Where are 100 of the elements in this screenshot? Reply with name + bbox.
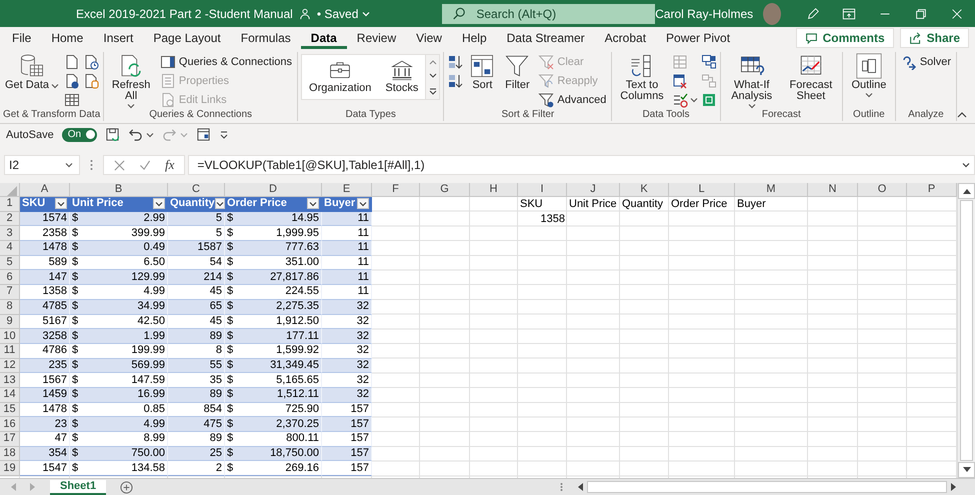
row-header[interactable]: 8 <box>0 300 20 314</box>
row-header[interactable]: 10 <box>0 329 20 344</box>
name-box[interactable]: I2 <box>4 155 80 175</box>
what-if-analysis-button[interactable]: What-If Analysis <box>724 53 780 110</box>
row-header[interactable]: 1 <box>0 197 20 212</box>
scroll-right-icon[interactable] <box>949 483 957 491</box>
row-header[interactable]: 18 <box>0 446 20 462</box>
row-header[interactable]: 7 <box>0 285 20 300</box>
scroll-down-icon[interactable] <box>428 73 437 80</box>
document-clock-icon[interactable] <box>83 54 100 70</box>
ribbon-display-icon[interactable] <box>842 6 856 20</box>
menu-tab[interactable]: File <box>2 27 42 49</box>
menu-tab[interactable]: View <box>406 27 452 49</box>
customize-icon[interactable] <box>219 130 230 140</box>
autosave-toggle[interactable]: On <box>62 128 98 142</box>
document-icon[interactable] <box>64 54 80 70</box>
scroll-down-button[interactable] <box>958 462 975 478</box>
text-to-columns-button[interactable]: Text to Columns <box>615 53 669 102</box>
collapse-ribbon-icon[interactable] <box>957 111 967 119</box>
cancel-icon[interactable] <box>114 160 125 170</box>
data-model-icon[interactable] <box>700 92 717 108</box>
menu-tab[interactable]: Power Pivot <box>656 27 740 49</box>
sort-descending-icon[interactable] <box>447 73 464 89</box>
consolidate-icon[interactable] <box>700 54 717 70</box>
row-header[interactable]: 2 <box>0 212 20 226</box>
table-icon[interactable] <box>64 92 80 108</box>
outline-button[interactable]: Outline <box>846 53 892 99</box>
add-sheet-icon[interactable] <box>120 480 134 494</box>
menu-tab[interactable]: Formulas <box>230 27 301 49</box>
share-button[interactable]: Share <box>900 28 969 48</box>
search-box[interactable]: Search (Alt+Q) <box>442 4 656 24</box>
queries-connections-button[interactable]: Queries & Connections <box>158 53 294 71</box>
menu-tab[interactable]: Review <box>346 27 406 49</box>
row-header[interactable]: 15 <box>0 402 20 418</box>
column-filter-button[interactable] <box>307 198 319 210</box>
row-header[interactable]: 5 <box>0 256 20 270</box>
row-header[interactable]: 4 <box>0 241 20 256</box>
pen-icon[interactable] <box>806 6 820 20</box>
enter-icon[interactable] <box>139 160 151 170</box>
row-header[interactable]: 19 <box>0 461 20 476</box>
sort-button[interactable]: Sort <box>466 53 498 91</box>
row-header[interactable]: 6 <box>0 270 20 286</box>
solver-button[interactable]: Solver <box>898 53 953 71</box>
close-icon[interactable] <box>950 6 964 20</box>
scroll-up-button[interactable] <box>958 183 975 199</box>
search-input[interactable]: Search (Alt+Q) <box>476 6 586 20</box>
column-header[interactable]: K <box>620 183 669 197</box>
column-header[interactable]: J <box>567 183 620 197</box>
forecast-sheet-button[interactable]: Forecast Sheet <box>782 53 839 102</box>
document-database-icon[interactable] <box>83 73 100 89</box>
column-header[interactable]: A <box>20 183 70 197</box>
menu-tab[interactable]: Insert <box>93 27 144 49</box>
insert-function-button[interactable]: fx <box>165 157 174 173</box>
comments-button[interactable]: Comments <box>796 28 894 48</box>
validation-icon[interactable] <box>672 92 688 108</box>
menu-tab[interactable]: Home <box>41 27 94 49</box>
menu-tab[interactable]: Data Streamer <box>496 27 595 49</box>
column-header[interactable]: G <box>420 183 470 197</box>
column-header[interactable]: P <box>907 183 957 197</box>
organization-button[interactable]: Organization <box>302 55 378 99</box>
menu-tab[interactable]: Page Layout <box>143 27 231 49</box>
scrollbar-thumb[interactable] <box>587 481 947 493</box>
advanced-button[interactable]: Advanced <box>536 91 608 109</box>
column-filter-button[interactable] <box>214 198 225 210</box>
column-header[interactable]: E <box>322 183 372 197</box>
row-header[interactable]: 13 <box>0 373 20 388</box>
stocks-button[interactable]: Stocks <box>378 55 426 99</box>
column-header[interactable]: I <box>518 183 567 197</box>
scrollbar-thumb[interactable] <box>960 200 973 461</box>
document-info-icon[interactable] <box>64 73 80 89</box>
sheet-tab[interactable]: Sheet1 <box>50 480 106 494</box>
column-header[interactable]: C <box>168 183 225 197</box>
column-header[interactable]: L <box>669 183 735 197</box>
remove-duplicates-icon[interactable] <box>672 73 688 89</box>
save-icon[interactable] <box>105 127 120 142</box>
restore-icon[interactable] <box>914 6 928 20</box>
row-header[interactable]: 11 <box>0 344 20 359</box>
row-header[interactable]: 17 <box>0 432 20 447</box>
row-header[interactable]: 12 <box>0 358 20 374</box>
column-header[interactable]: N <box>808 183 858 197</box>
form-icon[interactable] <box>196 127 212 142</box>
scroll-left-icon[interactable] <box>577 483 585 491</box>
row-header[interactable]: 3 <box>0 226 20 242</box>
formula-field[interactable]: =VLOOKUP(Table1[@SKU],Table1[#All],1) <box>188 155 975 175</box>
menu-tab[interactable]: Acrobat <box>594 27 656 49</box>
row-header[interactable]: 9 <box>0 314 20 330</box>
row-header[interactable]: 16 <box>0 417 20 432</box>
undo-icon[interactable] <box>128 127 144 142</box>
column-header[interactable]: D <box>225 183 322 197</box>
column-header[interactable]: F <box>372 183 420 197</box>
refresh-all-button[interactable]: Refresh All <box>107 53 155 110</box>
column-filter-button[interactable] <box>357 198 369 210</box>
row-header[interactable]: 14 <box>0 388 20 403</box>
get-data-button[interactable]: Get Data <box>3 53 62 91</box>
more-icon[interactable] <box>428 88 437 95</box>
filter-button[interactable]: Filter <box>501 53 534 91</box>
column-header[interactable]: B <box>70 183 168 197</box>
menu-tab[interactable]: Help <box>452 27 497 49</box>
sort-ascending-icon[interactable] <box>447 54 464 70</box>
column-filter-button[interactable] <box>153 198 165 210</box>
